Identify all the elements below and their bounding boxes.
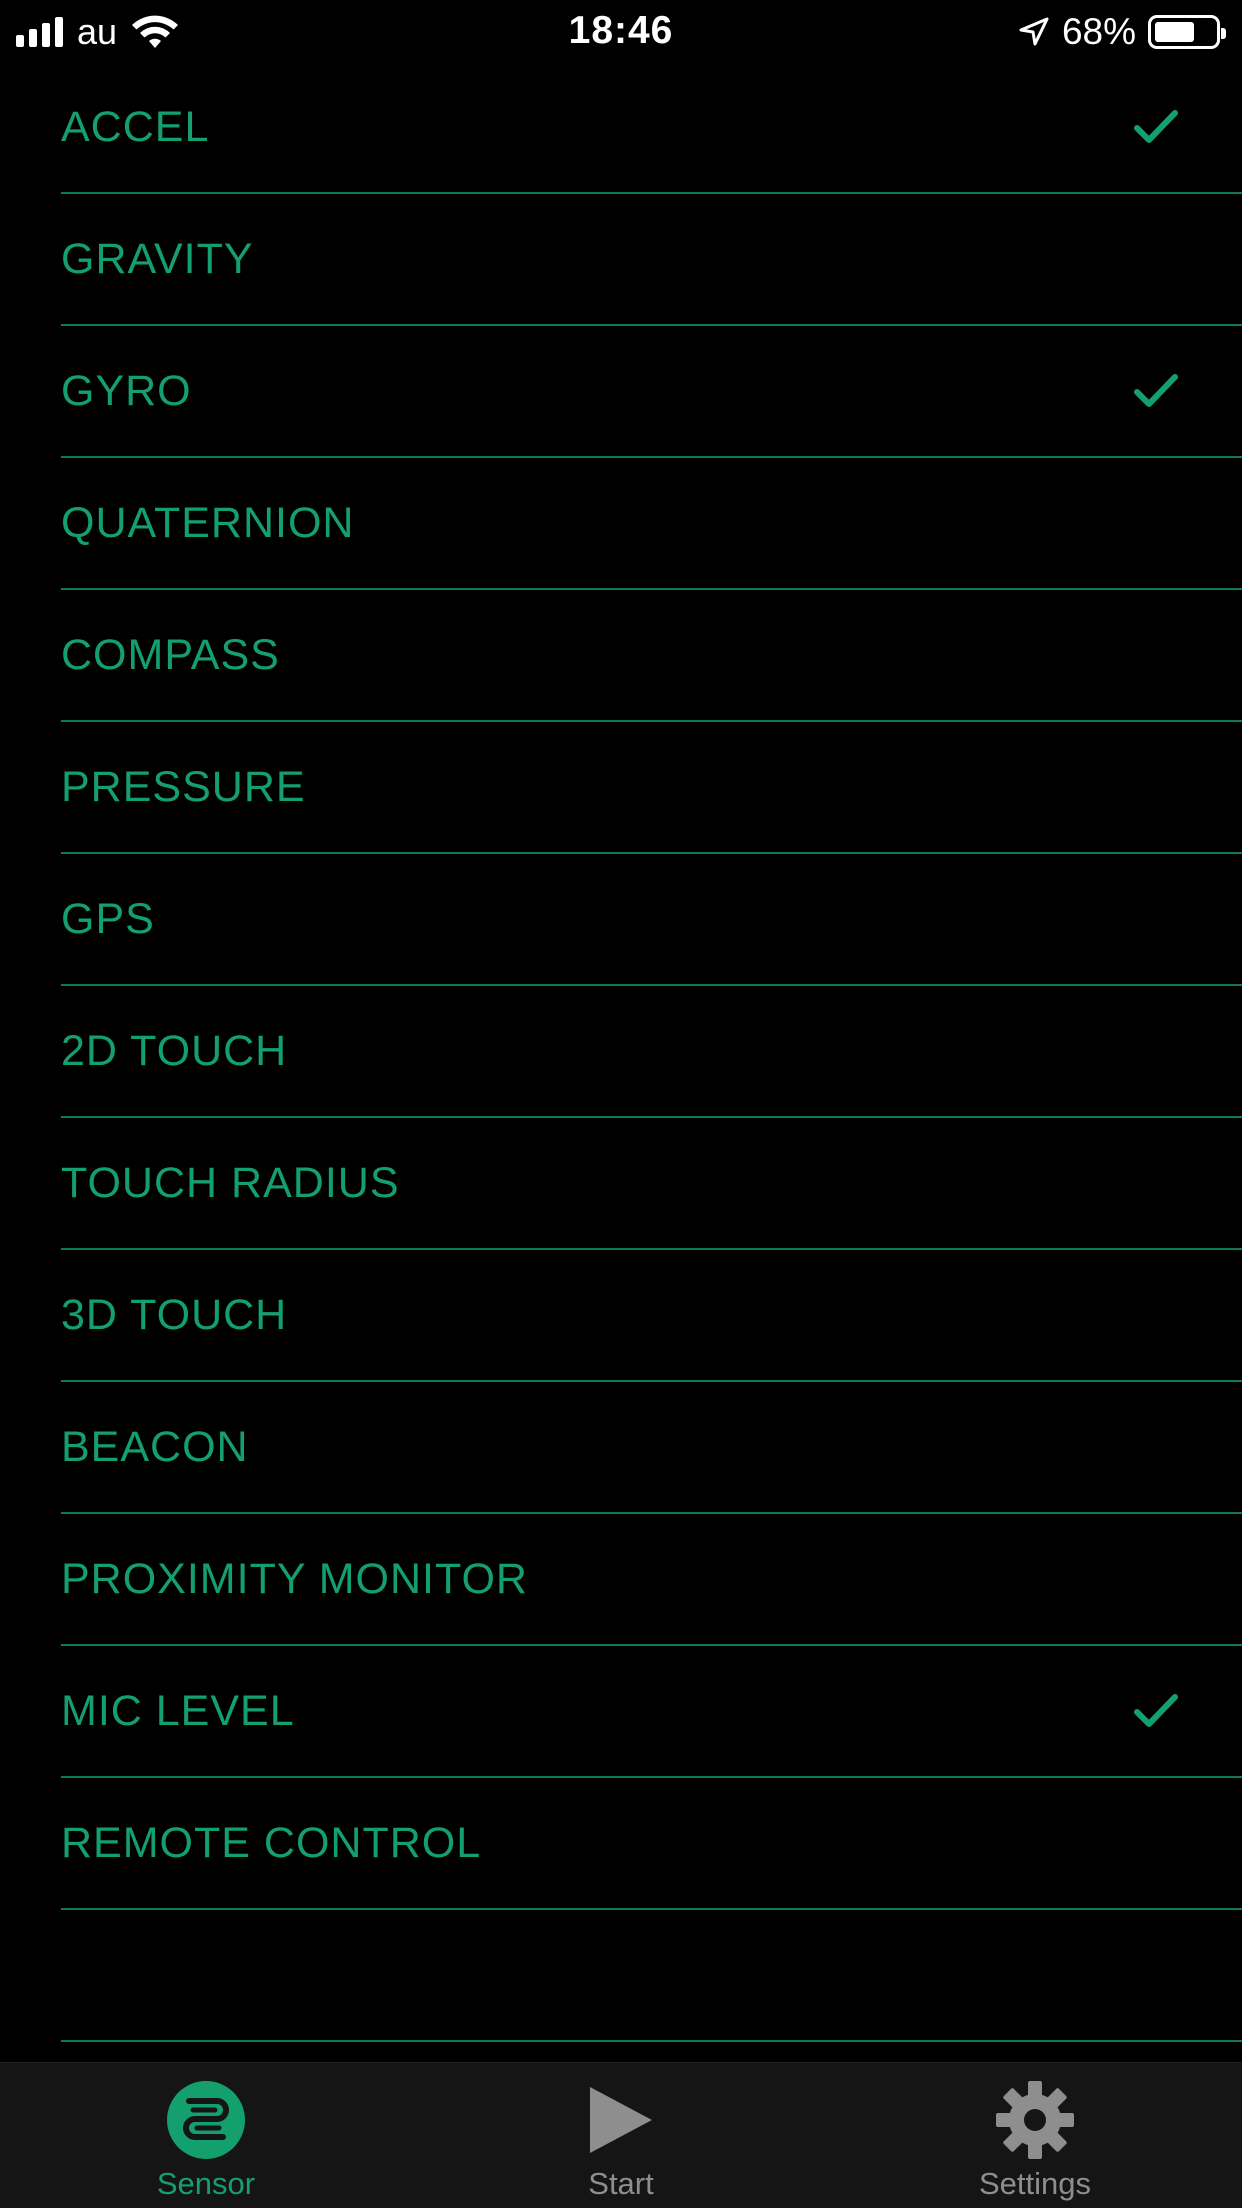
sensor-label: 2D TOUCH <box>61 1027 288 1075</box>
battery-percentage: 68% <box>1061 11 1136 52</box>
sensor-label: GPS <box>61 895 155 943</box>
sensor-row[interactable]: GPS <box>61 854 1242 986</box>
sensor-row[interactable]: BEACON <box>61 1382 1242 1514</box>
sensor-label: TOUCH RADIUS <box>61 1159 400 1207</box>
tab-bar: Sensor Start Settings <box>0 2062 1242 2208</box>
sensor-label: ACCEL <box>61 103 210 151</box>
tab-label-start: Start <box>588 2166 654 2201</box>
battery-icon <box>1148 15 1226 49</box>
gear-icon <box>996 2081 1074 2159</box>
sensor-row[interactable]: PRESSURE <box>61 722 1242 854</box>
sensor-label: BEACON <box>61 1423 249 1471</box>
status-bar: au 18:46 68% <box>0 0 1242 62</box>
sensor-row[interactable]: GRAVITY <box>61 194 1242 326</box>
sensor-row[interactable]: COMPASS <box>61 590 1242 722</box>
sensor-label: GYRO <box>61 367 192 415</box>
sensor-icon <box>167 2081 245 2159</box>
sensor-label: 3D TOUCH <box>61 1291 288 1339</box>
tab-settings[interactable]: Settings <box>885 2063 1185 2208</box>
sensor-screen: au 18:46 68% ACCEL GRAVITY GYRO QUATERNION C… <box>0 0 1242 2208</box>
play-icon <box>590 2087 652 2153</box>
status-bar-right: 68% <box>1018 10 1226 54</box>
sensor-label: QUATERNION <box>61 499 355 547</box>
sensor-label: GRAVITY <box>61 235 254 283</box>
sensor-row[interactable]: REMOTE CONTROL <box>61 1778 1242 1910</box>
sensor-label: REMOTE CONTROL <box>61 1819 482 1867</box>
empty-row <box>61 1910 1242 2042</box>
sensor-label: COMPASS <box>61 631 280 679</box>
sensor-row[interactable]: 2D TOUCH <box>61 986 1242 1118</box>
tab-start[interactable]: Start <box>471 2063 771 2208</box>
sensor-row[interactable]: PROXIMITY MONITOR <box>61 1514 1242 1646</box>
checkmark-icon <box>1134 110 1178 143</box>
sensor-row[interactable]: ACCEL <box>61 62 1242 194</box>
sensor-row[interactable]: 3D TOUCH <box>61 1250 1242 1382</box>
sensor-row[interactable]: MIC LEVEL <box>61 1646 1242 1778</box>
battery-fill <box>1155 22 1195 42</box>
sensor-row[interactable]: TOUCH RADIUS <box>61 1118 1242 1250</box>
sensor-label: PROXIMITY MONITOR <box>61 1555 528 1603</box>
tab-label-sensor: Sensor <box>156 2166 256 2201</box>
tab-sensor[interactable]: Sensor <box>56 2063 356 2208</box>
sensor-label: PRESSURE <box>61 763 306 811</box>
sensor-row[interactable]: GYRO <box>61 326 1242 458</box>
battery-cap <box>1221 28 1226 39</box>
checkmark-icon <box>1134 374 1178 407</box>
location-arrow-icon <box>1019 17 1049 46</box>
tab-label-settings: Settings <box>978 2166 1091 2201</box>
sensor-row[interactable]: QUATERNION <box>61 458 1242 590</box>
checkmark-icon <box>1134 1694 1178 1727</box>
sensor-label: MIC LEVEL <box>61 1687 295 1735</box>
sensor-list: ACCEL GRAVITY GYRO QUATERNION COMPASS PRESSUR… <box>0 62 1242 2042</box>
